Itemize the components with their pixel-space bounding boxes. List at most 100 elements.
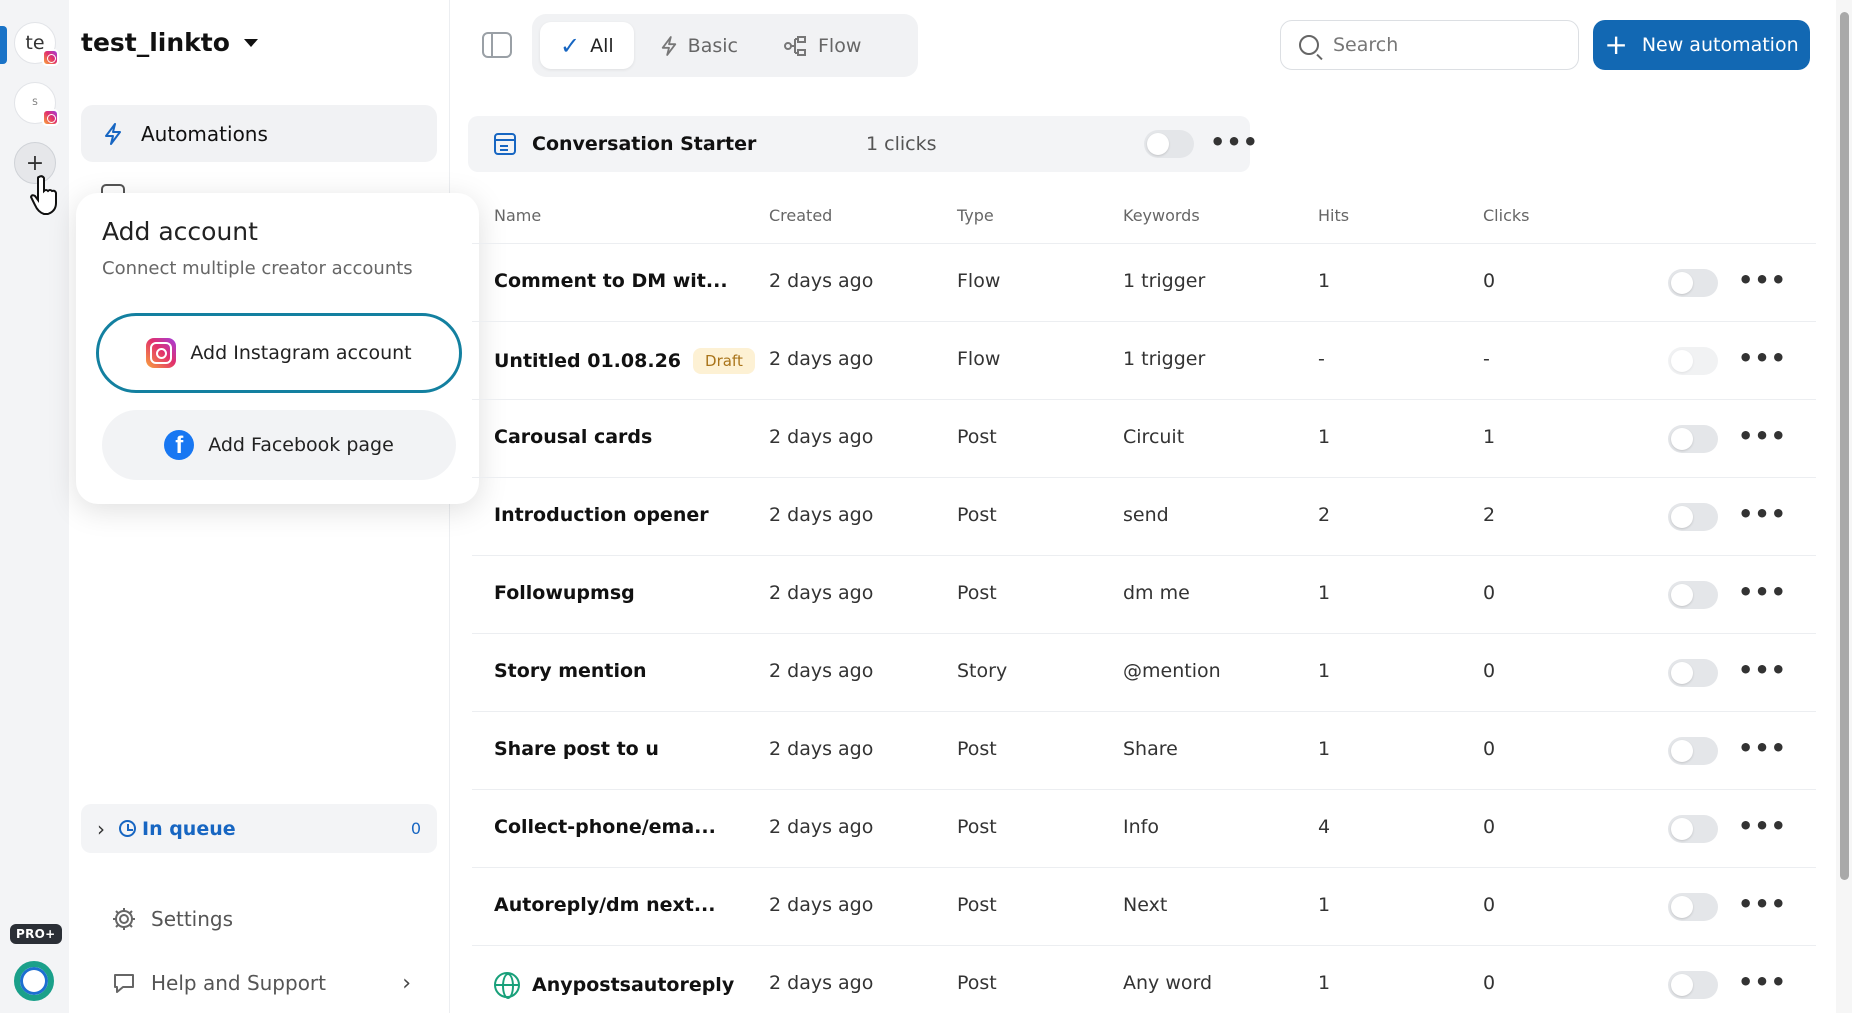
automation-hits: 1 [1318,738,1331,760]
automation-keywords: send [1123,504,1169,526]
automation-keywords: @mention [1123,660,1221,682]
automation-clicks: 0 [1483,894,1496,916]
more-options-icon[interactable]: ••• [1738,502,1787,526]
automation-toggle[interactable] [1668,269,1718,297]
toggle-sidebar-icon[interactable] [482,32,512,58]
automation-type-filter: ✓ All Basic Flow [532,14,918,77]
automation-name: Anypostsautoreply [494,972,734,999]
search-input[interactable] [1333,34,1553,56]
automation-name: Autoreply/dm next... [494,894,715,916]
automation-type: Post [957,426,997,448]
automation-toggle[interactable] [1668,815,1718,843]
automation-created: 2 days ago [769,660,874,682]
globe-icon [494,972,520,999]
filter-tab-flow[interactable]: Flow [764,22,881,69]
column-header-name[interactable]: Name [494,206,541,225]
search-icon [1299,35,1319,55]
help-label: Help and Support [151,971,326,995]
filter-tab-all[interactable]: ✓ All [540,22,634,69]
more-options-icon[interactable]: ••• [1738,580,1787,604]
automation-toggle[interactable] [1668,581,1718,609]
table-row[interactable]: Introduction opener 2 days ago Post send… [472,477,1816,555]
automations-table-body: Comment to DM wit... 2 days ago Flow 1 t… [472,243,1816,1013]
account-avatar-test-linkto[interactable]: te [14,22,59,66]
more-options-icon[interactable]: ••• [1738,346,1787,370]
table-row[interactable]: Untitled 01.08.26 Draft 2 days ago Flow 1… [472,321,1816,399]
automation-created: 2 days ago [769,426,874,448]
column-header-hits[interactable]: Hits [1318,206,1349,225]
new-automation-button[interactable]: + New automation [1593,20,1810,70]
account-avatar-second[interactable]: S [14,82,59,126]
sidebar-item-automations[interactable]: Automations [81,105,437,162]
table-row[interactable]: Anypostsautoreply 2 days ago Post Any wo… [472,945,1816,1013]
automation-toggle[interactable] [1668,503,1718,531]
conversation-starter-clicks: 1 clicks [866,133,937,155]
plus-icon: + [25,150,45,176]
table-row[interactable]: Story mention 2 days ago Story @mention … [472,633,1816,711]
automation-name-text: Untitled 01.08.26 [494,350,682,372]
workspace-switcher[interactable]: test_linkto [81,28,258,57]
automation-created: 2 days ago [769,582,874,604]
more-options-icon[interactable]: ••• [1738,970,1787,994]
table-row[interactable]: Comment to DM wit... 2 days ago Flow 1 t… [472,243,1816,321]
filter-tab-basic[interactable]: Basic [640,22,758,69]
more-options-icon[interactable]: ••• [1738,892,1787,916]
automation-hits: 1 [1318,426,1331,448]
more-options-icon[interactable]: ••• [1738,424,1787,448]
automation-toggle[interactable] [1668,659,1718,687]
automation-hits: 1 [1318,972,1331,994]
automation-type: Post [957,504,997,526]
more-options-icon[interactable]: ••• [1738,736,1787,760]
pro-plan-badge: PRO+ [10,924,62,944]
filter-tab-label: Basic [687,34,738,57]
draft-badge: Draft [693,348,755,374]
automation-clicks: 1 [1483,426,1496,448]
automation-clicks: 0 [1483,972,1496,994]
automation-toggle[interactable] [1668,347,1718,375]
help-and-support-link[interactable]: Help and Support › [111,970,411,996]
more-options-icon[interactable]: ••• [1210,130,1259,154]
flow-nodes-icon [783,35,806,56]
more-options-icon[interactable]: ••• [1738,814,1787,838]
automation-toggle[interactable] [1668,971,1718,999]
automation-keywords: Share [1123,738,1178,760]
column-header-created[interactable]: Created [769,206,832,225]
automation-clicks: 2 [1483,504,1496,526]
scrollbar-thumb[interactable] [1840,12,1849,880]
app-logo-icon[interactable] [14,961,54,1001]
automation-toggle[interactable] [1668,737,1718,765]
browser-window-icon [494,133,516,155]
table-row[interactable]: Autoreply/dm next... 2 days ago Post Nex… [472,867,1816,945]
automations-table-header: Name Created Type Keywords Hits Clicks [472,206,1816,242]
column-header-keywords[interactable]: Keywords [1123,206,1200,225]
conversation-starter-toggle[interactable] [1144,130,1194,158]
in-queue-section[interactable]: › In queue 0 [81,804,437,853]
automation-name-text: Carousal cards [494,426,653,448]
table-row[interactable]: Carousal cards 2 days ago Post Circuit 1… [472,399,1816,477]
active-account-indicator [0,26,7,64]
add-facebook-page-button[interactable]: f Add Facebook page [102,410,456,480]
add-instagram-account-button[interactable]: Add Instagram account [96,313,462,393]
account-rail: te S + PRO+ [0,0,69,1013]
automation-toggle[interactable] [1668,425,1718,453]
table-row[interactable]: Followupmsg 2 days ago Post dm me 1 0 ••… [472,555,1816,633]
automation-toggle[interactable] [1668,893,1718,921]
settings-link[interactable]: Settings [111,906,233,932]
add-facebook-label: Add Facebook page [208,434,394,456]
more-options-icon[interactable]: ••• [1738,658,1787,682]
table-row[interactable]: Share post to u 2 days ago Post Share 1 … [472,711,1816,789]
automation-type: Flow [957,270,1001,292]
automation-created: 2 days ago [769,504,874,526]
column-header-clicks[interactable]: Clicks [1483,206,1529,225]
column-header-type[interactable]: Type [957,206,994,225]
table-row[interactable]: Collect-phone/ema... 2 days ago Post Inf… [472,789,1816,867]
facebook-icon: f [164,430,195,460]
add-instagram-label: Add Instagram account [190,342,412,364]
more-options-icon[interactable]: ••• [1738,268,1787,292]
search-box[interactable] [1280,20,1579,70]
filter-tab-label: All [590,34,614,57]
automation-name-text: Followupmsg [494,582,635,604]
conversation-starter-card[interactable]: Conversation Starter 1 clicks ••• [468,116,1258,172]
settings-label: Settings [151,907,234,931]
automation-keywords: Next [1123,894,1168,916]
